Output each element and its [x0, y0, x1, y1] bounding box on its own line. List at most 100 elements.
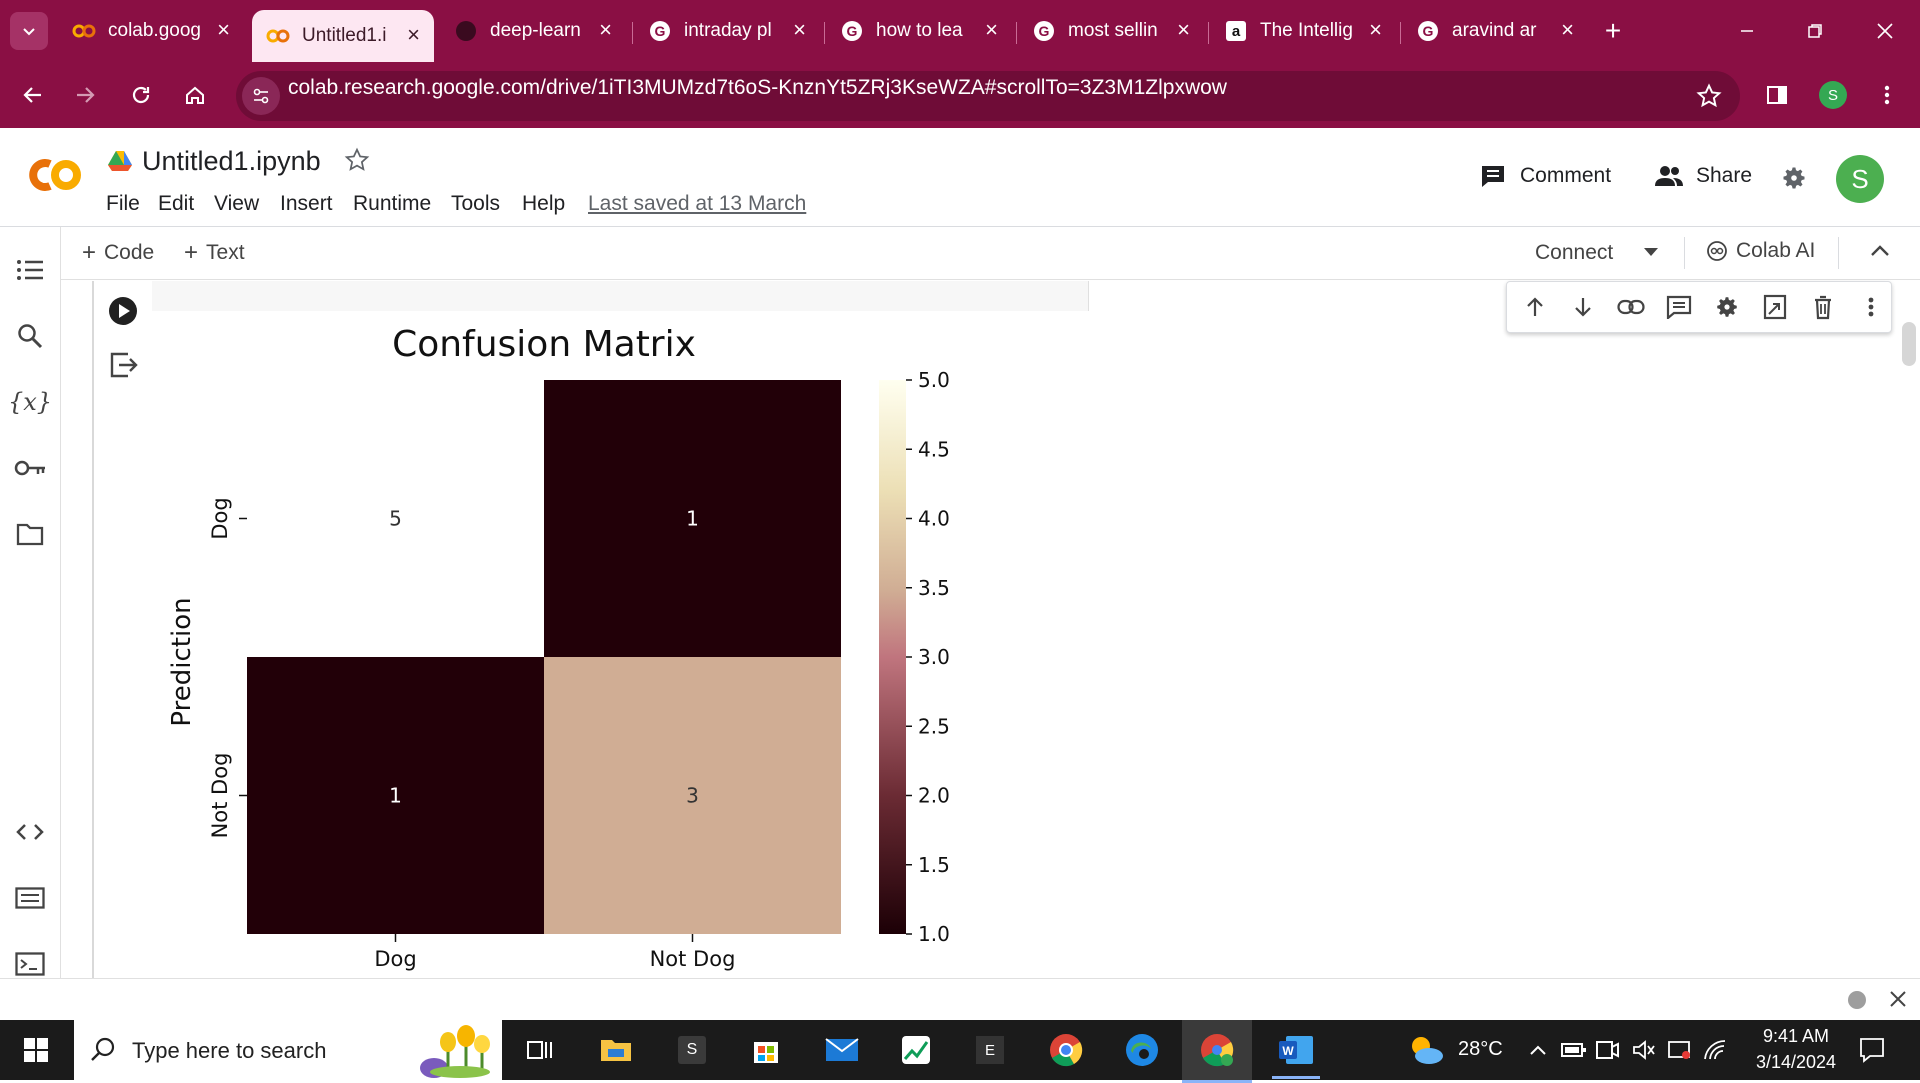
tab-untitled1[interactable]: Untitled1.i × — [252, 10, 434, 62]
comment-button[interactable]: Comment — [1480, 164, 1611, 188]
tab-how-to-learn[interactable]: G how to lea × — [826, 10, 1012, 52]
add-code-button[interactable]: + Code — [82, 239, 154, 267]
restore-icon[interactable] — [1796, 12, 1834, 50]
close-status-icon[interactable] — [1888, 989, 1908, 1014]
bookmark-star-icon[interactable] — [1696, 83, 1722, 114]
menu-file[interactable]: File — [106, 192, 140, 216]
code-snippets-icon[interactable] — [10, 812, 50, 852]
menu-help[interactable]: Help — [522, 192, 565, 216]
microsoft-store-icon[interactable] — [746, 1030, 786, 1070]
task-view-icon[interactable] — [520, 1030, 560, 1070]
meet-now-icon[interactable] — [1588, 1030, 1628, 1070]
show-hidden-icons-chevron-icon[interactable] — [1518, 1030, 1558, 1070]
output-actions-icon[interactable] — [108, 350, 138, 385]
chrome-profile-active-icon[interactable] — [1182, 1020, 1252, 1083]
side-panel-icon[interactable] — [1758, 76, 1796, 114]
chrome-icon[interactable] — [1046, 1030, 1086, 1070]
add-comment-icon[interactable] — [1663, 291, 1695, 323]
new-tab-plus-icon[interactable]: + — [1594, 12, 1632, 50]
collapse-header-chevron-icon[interactable] — [1870, 243, 1890, 262]
site-info-icon[interactable] — [242, 77, 280, 115]
minimize-icon[interactable] — [1728, 12, 1766, 50]
taskbar-search-box[interactable]: Type here to search — [74, 1020, 502, 1080]
svg-text:a: a — [1232, 23, 1241, 40]
more-options-icon[interactable] — [1855, 291, 1887, 323]
mirror-cell-icon[interactable] — [1759, 291, 1791, 323]
close-tab-icon[interactable]: × — [407, 23, 420, 47]
tab-intraday[interactable]: G intraday pl × — [634, 10, 820, 52]
run-cell-icon[interactable] — [108, 296, 138, 331]
file-explorer-icon[interactable] — [596, 1030, 636, 1070]
stocks-app-icon[interactable] — [896, 1030, 936, 1070]
back-arrow-icon[interactable] — [14, 76, 52, 114]
chrome-menu-icon[interactable] — [1868, 76, 1906, 114]
connect-button[interactable]: Connect — [1535, 241, 1613, 265]
close-window-icon[interactable] — [1866, 12, 1904, 50]
sketch-app-icon[interactable]: S — [672, 1030, 712, 1070]
edge-icon[interactable] — [1122, 1030, 1162, 1070]
tab-divider — [1208, 22, 1209, 44]
cell-input-area[interactable] — [152, 281, 1089, 311]
tab-aravind[interactable]: G aravind ar × — [1402, 10, 1588, 52]
colab-ai-button[interactable]: Colab AI — [1706, 239, 1815, 263]
menu-tools[interactable]: Tools — [451, 192, 500, 216]
close-tab-icon[interactable]: × — [599, 18, 612, 42]
move-cell-up-icon[interactable] — [1519, 291, 1551, 323]
volume-muted-icon[interactable] — [1624, 1030, 1664, 1070]
move-cell-down-icon[interactable] — [1567, 291, 1599, 323]
home-icon[interactable] — [176, 76, 214, 114]
star-notebook-icon[interactable] — [344, 147, 370, 178]
epic-app-icon[interactable]: E — [970, 1030, 1010, 1070]
secrets-key-icon[interactable] — [10, 448, 50, 488]
table-of-contents-icon[interactable] — [10, 250, 50, 290]
connect-dropdown-caret-icon[interactable] — [1642, 245, 1660, 263]
colab-logo[interactable]: CO — [20, 150, 86, 200]
user-avatar[interactable]: S — [1836, 155, 1884, 203]
variables-icon[interactable]: {x} — [8, 382, 52, 422]
last-saved-link[interactable]: Last saved at 13 March — [588, 192, 806, 216]
close-tab-icon[interactable]: × — [1177, 18, 1190, 42]
close-tab-icon[interactable]: × — [1561, 18, 1574, 42]
colorbar — [879, 380, 906, 934]
clock-date[interactable]: 3/14/2024 — [1740, 1052, 1852, 1073]
menu-runtime[interactable]: Runtime — [353, 192, 431, 216]
add-text-button[interactable]: + Text — [184, 239, 245, 267]
notebook-title[interactable]: Untitled1.ipynb — [142, 146, 321, 177]
files-folder-icon[interactable] — [10, 514, 50, 554]
profile-avatar[interactable]: S — [1814, 76, 1852, 114]
close-tab-icon[interactable]: × — [217, 18, 230, 42]
url-text[interactable]: colab.research.google.com/drive/1iTI3MUM… — [288, 76, 1227, 100]
cell-settings-gear-icon[interactable] — [1711, 291, 1743, 323]
menu-view[interactable]: View — [214, 192, 259, 216]
mail-icon[interactable] — [822, 1030, 862, 1070]
tab-colab-home[interactable]: colab.goog × — [58, 10, 244, 52]
tab-search-dropdown-icon[interactable] — [10, 12, 48, 50]
close-tab-icon[interactable]: × — [985, 18, 998, 42]
forward-arrow-icon[interactable] — [66, 76, 104, 114]
menu-insert[interactable]: Insert — [280, 192, 333, 216]
status-indicator-icon — [1848, 991, 1866, 1009]
clock-time[interactable]: 9:41 AM — [1746, 1026, 1846, 1047]
wifi-icon[interactable] — [1696, 1030, 1736, 1070]
settings-gear-icon[interactable] — [1780, 164, 1808, 197]
close-tab-icon[interactable]: × — [1369, 18, 1382, 42]
menu-edit[interactable]: Edit — [158, 192, 194, 216]
vertical-scrollbar[interactable] — [1902, 322, 1916, 366]
screen-record-icon[interactable] — [1660, 1030, 1700, 1070]
link-icon[interactable] — [1615, 291, 1647, 323]
weather-icon[interactable] — [1406, 1030, 1446, 1070]
command-palette-icon[interactable] — [10, 878, 50, 918]
share-button[interactable]: Share — [1654, 164, 1752, 188]
tab-deep-learning[interactable]: deep-learn × — [440, 10, 626, 52]
windows-start-icon[interactable] — [16, 1030, 56, 1070]
close-tab-icon[interactable]: × — [793, 18, 806, 42]
tab-divider — [632, 22, 633, 44]
delete-trash-icon[interactable] — [1807, 291, 1839, 323]
tab-the-intelligent[interactable]: a The Intellig × — [1210, 10, 1396, 52]
reload-icon[interactable] — [122, 76, 160, 114]
notifications-icon[interactable] — [1852, 1030, 1892, 1070]
x-tick-label: Not Dog — [650, 947, 736, 971]
search-icon[interactable] — [10, 316, 50, 356]
word-icon[interactable]: W — [1272, 1030, 1320, 1070]
tab-most-selling[interactable]: G most sellin × — [1018, 10, 1204, 52]
